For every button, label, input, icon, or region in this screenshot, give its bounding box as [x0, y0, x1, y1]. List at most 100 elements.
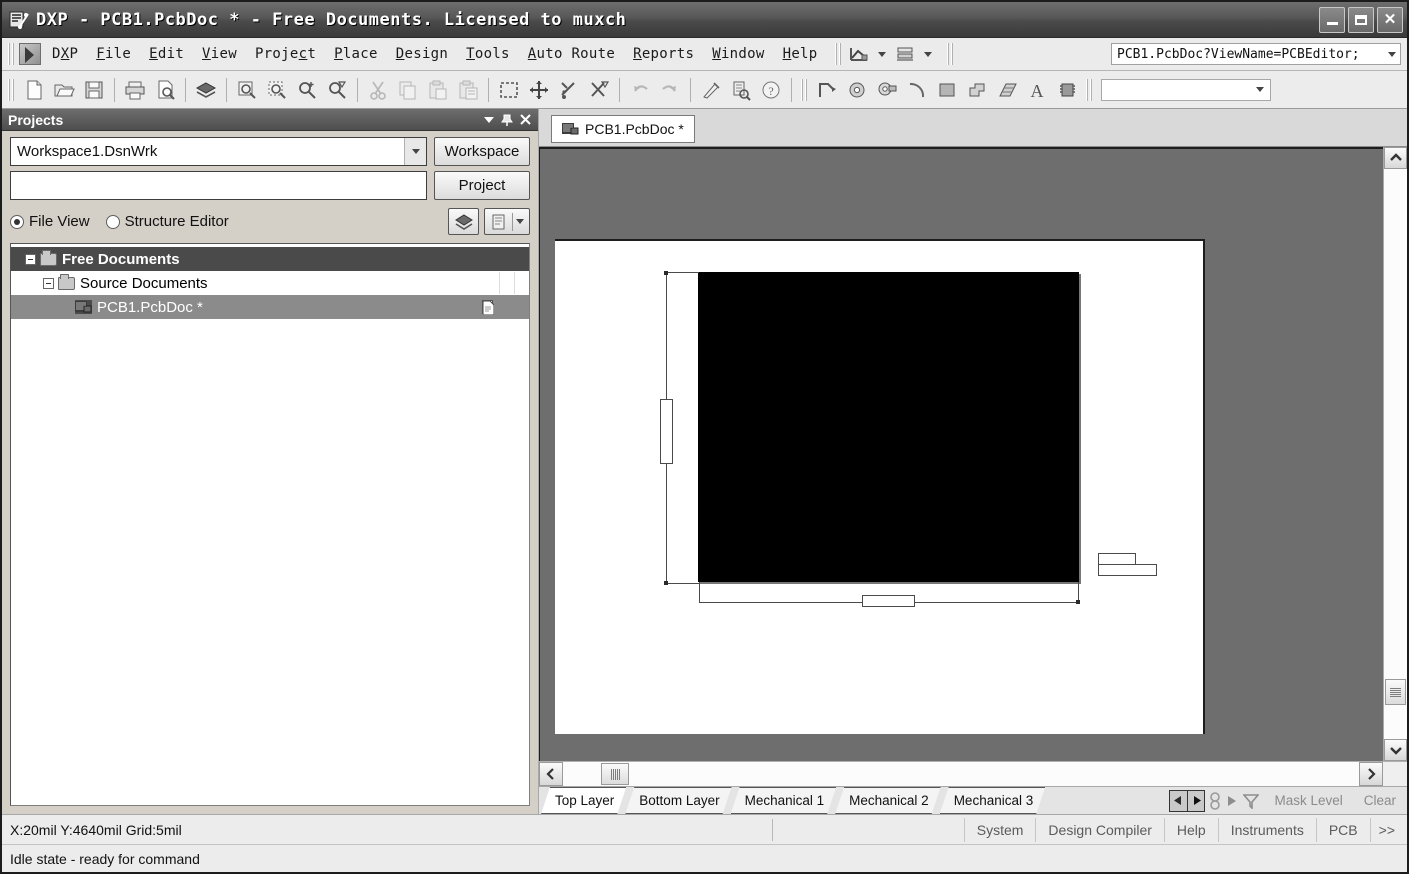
mask-level-label[interactable]: Mask Level — [1266, 793, 1350, 808]
horizontal-scroll-track[interactable] — [563, 762, 1359, 786]
print-preview-icon[interactable] — [151, 76, 179, 104]
select-area-icon[interactable] — [495, 76, 523, 104]
place-fill-icon[interactable] — [933, 76, 961, 104]
file-view-label[interactable]: File View — [29, 213, 90, 230]
tree-node-source-documents[interactable]: Source Documents — [11, 271, 529, 295]
pick-tool-icon[interactable] — [697, 76, 725, 104]
zoom-selected-icon[interactable] — [263, 76, 291, 104]
expander-icon[interactable] — [43, 277, 54, 289]
clear-filter-icon[interactable] — [585, 76, 613, 104]
file-view-radio[interactable] — [10, 214, 24, 229]
tree-node-free-documents[interactable]: Free Documents — [11, 247, 529, 271]
status-button-instruments[interactable]: Instruments — [1217, 817, 1316, 842]
vertical-scroll-thumb[interactable] — [1385, 679, 1406, 705]
place-via-icon[interactable] — [873, 76, 901, 104]
move-icon[interactable] — [525, 76, 553, 104]
layer-tab-mechanical-3[interactable]: Mechanical 3 — [940, 787, 1046, 814]
menu-item-view[interactable]: View — [193, 42, 246, 66]
structure-editor-label[interactable]: Structure Editor — [125, 213, 229, 230]
menu-item-reports[interactable]: Reports — [624, 42, 703, 66]
layer-sets-icon[interactable] — [1225, 795, 1239, 807]
floating-object-lower[interactable] — [1098, 564, 1157, 576]
deselect-all-icon[interactable] — [555, 76, 583, 104]
scroll-left-icon[interactable] — [539, 762, 563, 786]
workspace-chevron-down-icon[interactable] — [404, 138, 426, 165]
layer-scroll-buttons[interactable] — [1169, 789, 1206, 812]
menu-drag-handle[interactable] — [8, 43, 15, 65]
copy-icon[interactable] — [394, 76, 422, 104]
horizontal-dimension-text-box[interactable] — [862, 595, 915, 607]
status-button-pcb[interactable]: PCB — [1315, 817, 1370, 842]
address-drag-handle[interactable] — [946, 43, 954, 65]
pcb-canvas[interactable] — [539, 147, 1383, 761]
close-button[interactable]: ✕ — [1377, 6, 1403, 33]
scroll-left-icon[interactable] — [1170, 790, 1188, 811]
status-button-help[interactable]: Help — [1163, 817, 1218, 842]
minimize-button[interactable] — [1319, 6, 1345, 33]
layer-tab-mechanical-2[interactable]: Mechanical 2 — [835, 787, 941, 814]
pin-icon[interactable] — [498, 112, 516, 128]
menu-item-project[interactable]: Project — [246, 42, 325, 66]
print-icon[interactable] — [121, 76, 149, 104]
board-stack-icon[interactable] — [448, 208, 479, 235]
scroll-down-icon[interactable] — [1384, 739, 1407, 761]
undo-icon[interactable] — [626, 76, 654, 104]
address-bar[interactable]: PCB1.PcbDoc?ViewName=PCBEditor; — [1111, 43, 1401, 65]
place-polygon-icon[interactable] — [963, 76, 991, 104]
close-icon[interactable] — [516, 112, 534, 128]
dxp-menu-icon[interactable] — [19, 43, 41, 65]
layer-tab-top-layer[interactable]: Top Layer — [541, 787, 626, 814]
place-pad-icon[interactable] — [843, 76, 871, 104]
status-button-system[interactable]: System — [963, 817, 1036, 842]
mask-filter-icon[interactable] — [1241, 793, 1261, 809]
save-document-icon[interactable] — [80, 76, 108, 104]
single-layer-mode-icon[interactable] — [1207, 791, 1223, 811]
place-line-icon[interactable] — [813, 76, 841, 104]
redo-icon[interactable] — [656, 76, 684, 104]
browse-components-icon[interactable] — [727, 76, 755, 104]
scroll-right-icon[interactable] — [1359, 762, 1383, 786]
menu-item-edit[interactable]: Edit — [140, 42, 193, 66]
maximize-button[interactable] — [1348, 6, 1374, 33]
scroll-right-icon[interactable] — [1187, 790, 1205, 811]
chart-tool-icon[interactable] — [847, 42, 871, 66]
menu-item-file[interactable]: File — [87, 42, 140, 66]
panel-menu-caret-icon[interactable] — [480, 112, 498, 128]
place-toolbar-drag-handle[interactable] — [801, 78, 808, 101]
workspace-button[interactable]: Workspace — [434, 137, 530, 166]
place-array-icon[interactable] — [993, 76, 1021, 104]
board-layers-icon[interactable] — [192, 76, 220, 104]
place-arc-icon[interactable] — [903, 76, 931, 104]
scroll-up-icon[interactable] — [1384, 147, 1407, 169]
quickbar-drag-handle[interactable] — [834, 43, 842, 65]
help-cursor-icon[interactable]: ? — [757, 76, 785, 104]
project-button[interactable]: Project — [434, 171, 530, 200]
structure-editor-radio[interactable] — [105, 214, 120, 229]
menu-item-help[interactable]: Help — [774, 42, 827, 66]
chart-tool-chevron-down-icon[interactable] — [877, 51, 886, 57]
pcb-board-outline[interactable] — [698, 272, 1079, 582]
menu-item-place[interactable]: Place — [325, 42, 387, 66]
cut-icon[interactable] — [364, 76, 392, 104]
expander-icon[interactable] — [25, 253, 36, 265]
workspace-combo[interactable]: Workspace1.DsnWrk — [10, 137, 427, 166]
vertical-scroll-track[interactable] — [1384, 169, 1407, 739]
address-chevron-down-icon[interactable] — [1388, 51, 1396, 57]
clear-mask-button[interactable]: Clear — [1356, 793, 1404, 808]
open-document-icon[interactable] — [50, 76, 78, 104]
menu-item-design[interactable]: Design — [387, 42, 457, 66]
canvas-horizontal-scrollbar[interactable] — [539, 761, 1407, 786]
menu-item-auto-route[interactable]: Auto Route — [519, 42, 624, 66]
menu-item-dxp[interactable]: DXP — [43, 42, 87, 66]
project-input[interactable] — [10, 171, 427, 200]
document-tab-pcb1[interactable]: PCB1.PcbDoc * — [551, 115, 695, 143]
paste-special-icon[interactable] — [454, 76, 482, 104]
place-component-icon[interactable] — [1053, 76, 1081, 104]
layers-tool-chevron-down-icon[interactable] — [923, 51, 932, 57]
combo-drag-handle[interactable] — [1086, 78, 1093, 101]
paste-icon[interactable] — [424, 76, 452, 104]
menu-item-tools[interactable]: Tools — [457, 42, 519, 66]
document-options-icon[interactable] — [484, 208, 530, 235]
place-string-icon[interactable]: A — [1023, 76, 1051, 104]
zoom-area-icon[interactable] — [233, 76, 261, 104]
